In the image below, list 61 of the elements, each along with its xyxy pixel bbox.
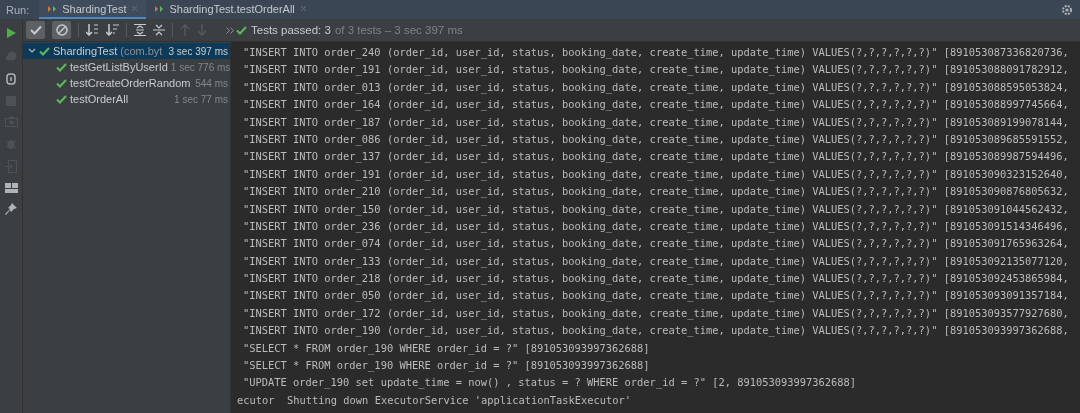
console-line: "INSERT INTO order_187 (order_id, user_id, status, booking_date, create_time, update_time) VALUES(?,?,?,?,?,?)" [891053089199078144, [242, 114, 1070, 131]
console-line: "INSERT INTO order_013 (order_id, user_id, status, booking_date, create_time, update_time) VALUES(?,?,?,?,?,?)" [891053088595053824, [242, 79, 1070, 96]
check-icon [39, 46, 50, 56]
tree-row[interactable]: testCreateOrderRandom 544 ms [23, 75, 230, 91]
console-line: "SELECT * FROM order_190 WHERE order_id = ?" [891053093997362688] [242, 340, 651, 357]
suite-name: ShardingTest [53, 45, 118, 57]
run-tab[interactable]: ShardingTest [39, 0, 147, 19]
collapse-all-icon[interactable] [153, 24, 165, 36]
console-line: "INSERT INTO order_150 (order_id, user_id, status, booking_date, create_time, update_time) VALUES(?,?,?,?,?,?)" [891053091044562432, [242, 201, 1070, 218]
console-line: "INSERT INTO order_086 (order_id, user_id, status, booking_date, create_time, update_time) VALUES(?,?,?,?,?,?)" [891053089685591552, [242, 131, 1070, 148]
console-line: "INSERT INTO order_218 (order_id, user_id, status, booking_date, create_time, update_time) VALUES(?,?,?,?,?,?)" [891053092453865984, [242, 271, 1070, 287]
tree-row[interactable]: testOrderAll 1 sec 77 ms [23, 91, 230, 107]
chevron-icon[interactable] [28, 48, 36, 54]
prohibited-icon [55, 24, 68, 36]
console-line: "INSERT INTO order_210 (order_id, user_id, status, booking_date, create_time, update_time) VALUES(?,?,?,?,?,?)" [891053090876805632, [242, 184, 1070, 200]
test-duration: 1 sec 776 ms [170, 61, 231, 73]
check-icon [56, 62, 67, 72]
console-line: "UPDATE order_190 set update_time = now() , status = ? WHERE order_id = ?" [2, 891053093997362688] [242, 375, 858, 391]
tree-row[interactable]: testGetListByUserId 1 sec 776 ms [23, 59, 230, 75]
suite-duration: 3 sec 397 ms [168, 45, 228, 57]
console-line: "INSERT INTO order_137 (order_id, user_id, status, booking_date, create_time, update_time) VALUES(?,?,?,?,?,?)" [891053089987594496, [242, 149, 1070, 165]
settings-icon[interactable] [1061, 3, 1073, 16]
show-ignored-button[interactable] [52, 21, 71, 39]
test-run-icon [47, 3, 58, 14]
check-icon [56, 94, 67, 104]
console-line: "INSERT INTO order_050 (order_id, user_id, status, booking_date, create_time, update_time) VALUES(?,?,?,?,?,?)" [891053093091357184, [242, 288, 1070, 304]
run-icon[interactable] [5, 27, 17, 39]
show-passed-button[interactable] [26, 21, 45, 39]
console-line: ecutor Shutting down ExecutorService 'applicationTaskExecutor' [236, 392, 633, 408]
console-line: "INSERT INTO order_133 (order_id, user_id, status, booking_date, create_time, update_time) VALUES(?,?,?,?,?,?)" [891053092135077120, [242, 253, 1070, 270]
console-line: "INSERT INTO order_240 (order_id, user_id, status, booking_date, create_time, update_time) VALUES(?,?,?,?,?,?)" [891053087336820736, [242, 45, 1070, 61]
console-line: "INSERT INTO order_191 (order_id, user_id, status, booking_date, create_time, update_time) VALUES(?,?,?,?,?,?)" [891053090323152640, [242, 166, 1070, 183]
run-tab[interactable]: ShardingTest.testOrderAll [146, 0, 315, 19]
suite-package: (com.byt [120, 45, 164, 57]
run-label: Run: [6, 2, 30, 18]
tests-summary: Tests passed: 3 [251, 24, 331, 36]
console-line: "INSERT INTO order_074 (order_id, user_id, status, booking_date, create_time, update_time) VALUES(?,?,?,?,?,?)" [891053091765963264, [242, 236, 1070, 252]
more-icon[interactable] [226, 26, 234, 34]
console-line: "INSERT INTO order_172 (order_id, user_id, status, booking_date, create_time, update_time) VALUES(?,?,?,?,?,?)" [891053093577927680, [242, 305, 1070, 322]
expand-all-icon[interactable] [134, 24, 146, 36]
check-icon [29, 25, 42, 35]
layout-icon[interactable] [4, 183, 18, 193]
toggle-auto-test-icon[interactable] [5, 72, 17, 86]
tests-detail: of 3 tests – 3 sec 397 ms [334, 24, 463, 36]
test-duration: 1 sec 77 ms [174, 93, 228, 105]
check-icon [56, 78, 67, 88]
check-icon [236, 25, 247, 35]
console-line: "INSERT INTO order_190 (order_id, user_id, status, booking_date, create_time, update_time) VALUES(?,?,?,?,?,?)" [891053093997362688, [242, 323, 1070, 339]
sort-alpha-icon[interactable] [86, 24, 99, 36]
console-line: "SELECT * FROM order_190 WHERE order_id = ?" [891053093997362688] [242, 358, 651, 374]
test-run-icon [154, 3, 165, 14]
tree-row[interactable]: ShardingTest (com.byt 3 sec 397 ms [23, 43, 230, 59]
test-name: testCreateOrderRandom [70, 77, 191, 89]
pin-icon[interactable] [5, 203, 17, 215]
console-line: "INSERT INTO order_236 (order_id, user_id, status, booking_date, create_time, update_time) VALUES(?,?,?,?,?,?)" [891053091514346496, [242, 218, 1070, 235]
test-duration: 544 ms [195, 77, 228, 89]
test-name: testOrderAll [70, 93, 129, 105]
console-line: "INSERT INTO order_164 (order_id, user_id, status, booking_date, create_time, update_time) VALUES(?,?,?,?,?,?)" [891053088997745664, [242, 97, 1070, 113]
test-name: testGetListByUserId [70, 61, 168, 73]
sort-duration-icon[interactable] [106, 24, 119, 36]
console-line: "INSERT INTO order_191 (order_id, user_id, status, booking_date, create_time, update_time) VALUES(?,?,?,?,?,?)" [891053088091782912, [242, 62, 1070, 78]
